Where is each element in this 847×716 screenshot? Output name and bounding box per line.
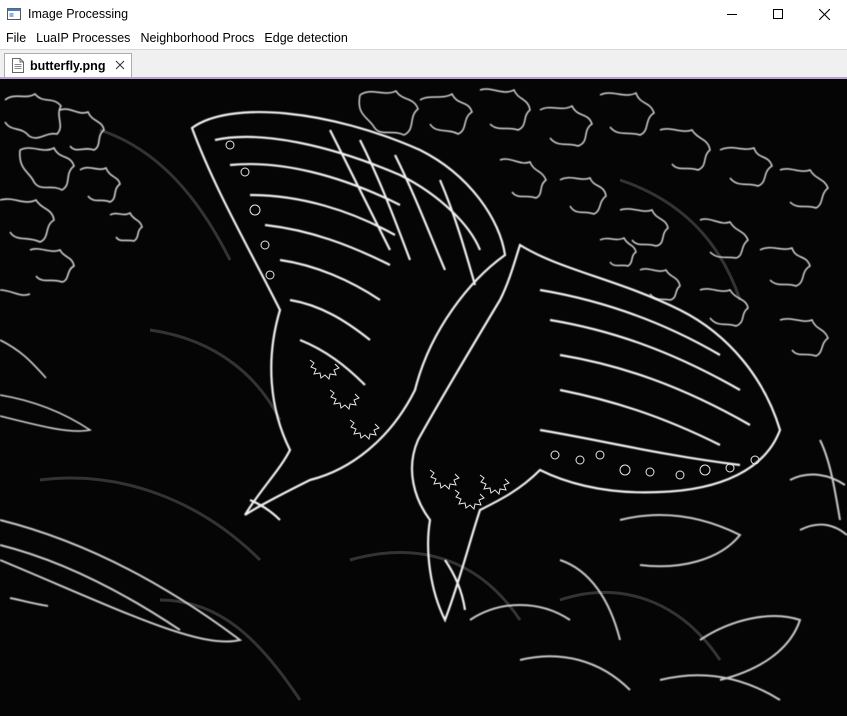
close-icon [818, 8, 830, 20]
minimize-button[interactable] [709, 0, 755, 28]
edge-detected-butterfly-image [0, 79, 847, 716]
tab-butterfly[interactable]: butterfly.png [4, 53, 132, 77]
tab-label: butterfly.png [30, 58, 106, 73]
minimize-icon [727, 14, 737, 15]
menu-file[interactable]: File [1, 28, 31, 49]
title-bar: Image Processing [0, 0, 847, 28]
tab-close-icon[interactable] [113, 58, 127, 72]
image-canvas[interactable] [0, 79, 847, 716]
menu-bar: File LuaIP Processes Neighborhood Procs … [0, 28, 847, 49]
window-title: Image Processing [28, 7, 129, 21]
menu-luaip-processes[interactable]: LuaIP Processes [31, 28, 135, 49]
menu-edge-detection[interactable]: Edge detection [259, 28, 352, 49]
window-controls [709, 0, 847, 28]
tab-strip: butterfly.png [0, 49, 847, 78]
document-icon [12, 58, 24, 73]
app-window-icon [7, 8, 21, 20]
maximize-button[interactable] [755, 0, 801, 28]
menu-neighborhood-procs[interactable]: Neighborhood Procs [135, 28, 259, 49]
maximize-icon [773, 9, 783, 19]
close-button[interactable] [801, 0, 847, 28]
